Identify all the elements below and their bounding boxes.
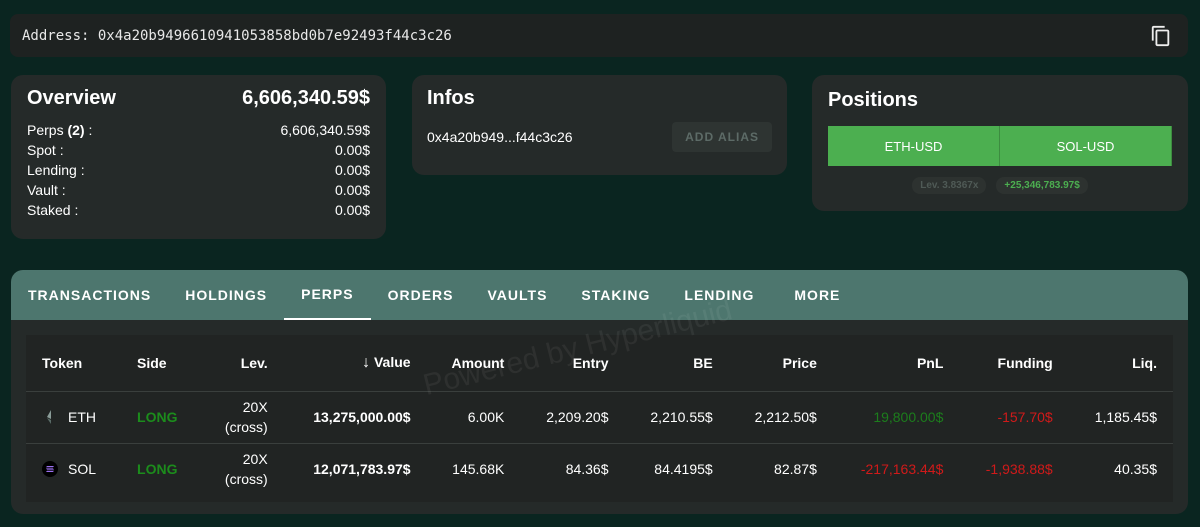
header-label: Value xyxy=(373,353,411,370)
tab-lending[interactable]: LENDING xyxy=(667,270,771,320)
tab-vaults[interactable]: VAULTS xyxy=(471,270,565,320)
table-row[interactable]: ETH LONG 20X (cross) 13,275,000.00$ 6.00K… xyxy=(26,391,1173,444)
column-header-side[interactable]: Side xyxy=(121,335,202,392)
row-value: 0.00$ xyxy=(334,162,370,178)
price-cell: 2,212.50$ xyxy=(728,391,833,444)
token-name: SOL xyxy=(68,461,97,478)
tab-staking[interactable]: STAKING xyxy=(564,270,667,320)
tab-more[interactable]: MORE xyxy=(777,270,857,320)
overview-title: Overview xyxy=(27,87,116,109)
price-cell: 82.87$ xyxy=(774,461,817,478)
row-value: 0.00$ xyxy=(334,182,370,198)
liq-cell: 40.35$ xyxy=(1114,461,1157,478)
row-label: Lending : xyxy=(27,162,85,178)
positions-title: Positions xyxy=(828,89,919,111)
column-header-liq[interactable]: Liq. xyxy=(1068,335,1173,392)
side-cell: LONG xyxy=(121,391,202,444)
pnl-cell: -217,163.44$ xyxy=(860,461,944,478)
eth-usd-button[interactable]: ETH-USD xyxy=(828,126,1000,166)
column-header-value[interactable]: ↓ Value xyxy=(283,335,427,392)
be-cell: 84.4195$ xyxy=(654,461,713,478)
column-header-entry[interactable]: Entry xyxy=(520,335,625,392)
leverage-chip: Lev. 3.8367x xyxy=(912,177,987,194)
funding-cell: -157.70$ xyxy=(959,391,1069,444)
row-label: Perps xyxy=(27,122,64,138)
tab-bar: TRANSACTIONS HOLDINGS PERPS ORDERS VAULTS STA… xyxy=(11,270,1188,320)
column-header-be[interactable]: BE xyxy=(624,335,729,392)
overview-row-lending: Lending : 0.00$ xyxy=(27,160,370,180)
table-header: Token Side Lev. ↓ Value Amount Entry BE Price Pn… xyxy=(26,335,1173,392)
entry-cell: 2,209.20$ xyxy=(520,391,625,444)
copy-icon[interactable] xyxy=(1150,24,1172,48)
short-address: 0x4a20b949...f44c3c26 xyxy=(427,129,573,145)
overview-row-spot: Spot : 0.00$ xyxy=(27,140,370,160)
column-header-lev[interactable]: Lev. xyxy=(201,335,284,392)
add-alias-button[interactable]: ADD ALIAS xyxy=(672,122,772,152)
tab-transactions[interactable]: TRANSACTIONS xyxy=(11,270,168,320)
row-label: Spot : xyxy=(27,142,64,158)
perps-table: Token Side Lev. ↓ Value Amount Entry BE Price Pn… xyxy=(26,335,1173,502)
overview-row-vault: Vault : 0.00$ xyxy=(27,180,370,200)
leverage-value: 20X xyxy=(242,399,268,415)
leverage-cell: 20X (cross) xyxy=(201,443,284,495)
overview-total: 6,606,340.59$ xyxy=(242,87,370,109)
side-cell: LONG xyxy=(137,461,178,478)
row-label: Staked : xyxy=(27,202,79,218)
pnl-chip: +25,346,783.97$ xyxy=(996,177,1088,194)
sol-icon xyxy=(42,461,58,478)
perps-count: (2) xyxy=(67,122,85,138)
liq-cell: 1,185.45$ xyxy=(1068,391,1173,444)
table-row[interactable]: SOL LONG 20X (cross) 12,071,783.97$ 145.6… xyxy=(26,443,1173,495)
value-cell: 12,071,783.97$ xyxy=(313,461,411,478)
row-suffix: : xyxy=(84,122,93,138)
column-header-amount[interactable]: Amount xyxy=(426,335,521,392)
arrow-down-icon: ↓ xyxy=(362,353,371,371)
sol-usd-button[interactable]: SOL-USD xyxy=(1000,126,1172,166)
infos-title: Infos xyxy=(427,87,475,109)
token-cell: ETH xyxy=(26,391,122,444)
token-name: ETH xyxy=(68,409,96,425)
positions-card: Positions ETH-USD SOL-USD Lev. 3.8367x +25… xyxy=(812,75,1188,211)
column-header-price[interactable]: Price xyxy=(728,335,833,392)
leverage-value: 20X xyxy=(242,451,268,468)
row-value: 0.00$ xyxy=(334,202,370,218)
tabs-panel: TRANSACTIONS HOLDINGS PERPS ORDERS VAULTS STA… xyxy=(11,270,1188,514)
overview-row-staked: Staked : 0.00$ xyxy=(27,200,370,220)
margin-mode: (cross) xyxy=(224,471,268,488)
row-label: Vault : xyxy=(27,182,66,198)
overview-row-perps: Perps (2) : 6,606,340.59$ xyxy=(27,120,370,140)
tab-orders[interactable]: ORDERS xyxy=(371,270,471,320)
amount-cell: 6.00K xyxy=(426,391,521,444)
value-cell: 13,275,000.00$ xyxy=(283,391,427,444)
eth-icon xyxy=(47,410,51,424)
margin-mode: (cross) xyxy=(224,419,268,435)
entry-cell: 84.36$ xyxy=(565,461,609,478)
address-bar: Address: 0x4a20b9496610941053858bd0b7e92… xyxy=(10,14,1188,57)
column-header-token[interactable]: Token xyxy=(26,335,122,392)
address-text: Address: 0x4a20b9496610941053858bd0b7e92… xyxy=(22,27,452,44)
funding-cell: -1,938.88$ xyxy=(985,461,1053,478)
column-header-funding[interactable]: Funding xyxy=(959,335,1069,392)
row-value: 6,606,340.59$ xyxy=(280,122,370,138)
leverage-cell: 20X (cross) xyxy=(201,391,284,444)
tab-holdings[interactable]: HOLDINGS xyxy=(168,270,284,320)
amount-cell: 145.68K xyxy=(452,461,505,478)
row-value: 0.00$ xyxy=(334,142,370,158)
infos-card: Infos 0x4a20b949...f44c3c26 ADD ALIAS xyxy=(412,75,787,175)
overview-card: Overview 6,606,340.59$ Perps (2) : 6,606,3… xyxy=(11,75,386,239)
token-cell: SOL xyxy=(26,443,121,495)
column-header-pnl[interactable]: PnL xyxy=(832,335,960,392)
pnl-cell: 19,800.00$ xyxy=(832,391,960,444)
be-cell: 2,210.55$ xyxy=(624,391,729,444)
tab-perps[interactable]: PERPS xyxy=(284,270,371,320)
